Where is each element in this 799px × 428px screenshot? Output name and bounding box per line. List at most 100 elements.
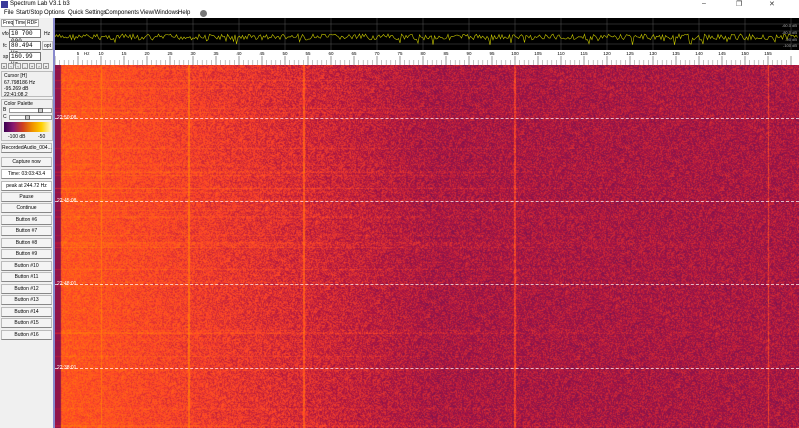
scale-label: 40 [236,51,242,56]
app-icon [1,1,8,8]
vfo-label: vfo [2,31,9,37]
scale-label: 60 [328,51,334,56]
scale-label: 20 [144,51,150,56]
timestamp-label: 22:48:01 [57,281,77,287]
scale-label: 150 [741,51,749,56]
scale-label: 15 [121,51,127,56]
action-button-8[interactable]: Button #7 [1,226,52,236]
fc-input[interactable]: 80.494 Hz [9,41,41,57]
palette-title: Color Palette [4,101,33,107]
palette-min-label: -100 dB [8,134,26,140]
control-panel: Freq Time RDF vfo 10 700 000 Hz fc 80.49… [0,18,55,428]
title-bar: Spectrum Lab V3.1 b3 – ❐ ✕ [0,0,799,9]
sp-input[interactable]: 160.99 Hz [9,52,41,68]
arrow-button[interactable]: « [1,63,7,69]
scale-label: 50 [282,51,288,56]
action-button-17[interactable]: Button #16 [1,329,52,340]
scale-label: 55 [305,51,311,56]
scale-label: 5 [77,51,80,56]
vfo-unit: Hz [44,31,51,37]
minimize-button[interactable]: – [702,0,706,7]
scale-label: 125 [626,51,634,56]
cursor-title: Cursor [H] [4,73,27,79]
timestamp-label: 22:50:08 [57,115,77,121]
window-title: Spectrum Lab V3.1 b3 [10,1,70,7]
scale-label: 25 [167,51,173,56]
action-button-13[interactable]: Button #12 [1,283,52,294]
scale-unit: Hz [84,51,90,56]
scale-label: 145 [718,51,726,56]
opt-button[interactable]: opt [42,41,53,50]
scale-label: 130 [649,51,657,56]
menu-components[interactable]: Components [105,10,139,16]
action-button-10[interactable]: Button #9 [1,249,52,259]
status-indicator-icon [200,10,207,17]
arrow-button[interactable]: » [43,63,49,69]
scale-label: 135 [672,51,680,56]
scale-label: 90 [466,51,472,56]
fc-label: fc [3,43,7,49]
timestamp-label: 22:38:01 [57,365,77,371]
cursor-group: Cursor [H] 67.798186 Hz -95.269 dB 22:41… [1,71,53,98]
action-button-15[interactable]: Button #14 [1,306,52,317]
arrow-button[interactable]: › [36,63,42,69]
menu-help[interactable]: Help [178,10,190,16]
scale-label: 95 [489,51,495,56]
arrow-button[interactable]: + [29,63,35,69]
brightness-slider[interactable] [9,108,52,113]
action-button-1[interactable]: RecordedAudio_004... [1,143,52,153]
scale-label: 140 [695,51,703,56]
scale-label: 100 [511,51,519,56]
brightness-label: B [3,107,7,113]
menu-view-windows[interactable]: View/Windows [140,10,179,16]
scale-label: 35 [213,51,219,56]
contrast-slider[interactable] [9,115,52,120]
arrow-button[interactable]: ‹ [15,63,21,69]
close-button[interactable]: ✕ [769,0,775,8]
action-button-7[interactable]: Button #6 [1,214,52,225]
spectrum-trace [54,32,798,45]
action-button-2[interactable]: Capture now [1,157,52,167]
frequency-scale[interactable]: 5 10 15 20 25 30 35 40 45 50 55 60 65 70 75 80 85 90 95 100… [54,50,799,65]
waterfall-display[interactable] [55,65,799,428]
scale-label: 80 [420,51,426,56]
arrow-button[interactable]: ‹ [8,63,14,69]
scale-label: 110 [557,51,565,56]
scale-label: 70 [374,51,380,56]
arrow-button[interactable]: - [22,63,28,69]
menu-start-stop[interactable]: Start/Stop [16,10,43,16]
palette-gradient [4,122,51,132]
menu-file[interactable]: File [4,10,14,16]
action-button-9[interactable]: Button #8 [1,237,52,248]
contrast-label: C [3,114,7,120]
menu-quick-settings[interactable]: Quick Settings [68,10,107,16]
action-button-14[interactable]: Button #13 [1,295,52,305]
scale-label: 115 [580,51,588,56]
scale-label: 10 [98,51,104,56]
status-readout: Time: 03:03:43.4 [1,169,52,179]
scale-label: 105 [534,51,542,56]
menu-bar: File Start/Stop Options Quick Settings C… [0,9,799,18]
tab-rdf[interactable]: RDF [25,19,40,27]
time-marker-line [55,118,799,119]
action-button-6[interactable]: Continue [1,203,52,213]
action-button-16[interactable]: Button #15 [1,318,52,328]
action-button-12[interactable]: Button #11 [1,272,52,282]
slider-thumb[interactable] [24,115,30,120]
action-button-11[interactable]: Button #10 [1,260,52,271]
menu-options[interactable]: Options [44,10,65,16]
vfo-input[interactable]: 10 700 000 [9,29,41,45]
spectrum-display[interactable]: -60.0 dB -80.0 dB -90 dB -100 dB [54,18,799,50]
scale-label: 45 [259,51,265,56]
scale-label: 30 [190,51,196,56]
scale-label: 155 [764,51,772,56]
slider-thumb[interactable] [37,108,43,113]
palette-max-label: -50 [38,134,46,140]
action-button-5[interactable]: Pause [1,192,52,202]
timestamp-label: 22:45:08 [57,198,77,204]
scale-label: 75 [397,51,403,56]
restore-button[interactable]: ❐ [736,0,742,8]
scale-label: 65 [351,51,357,56]
db-label: -90 dB [785,37,797,42]
db-label: -60.0 dB [781,23,797,28]
